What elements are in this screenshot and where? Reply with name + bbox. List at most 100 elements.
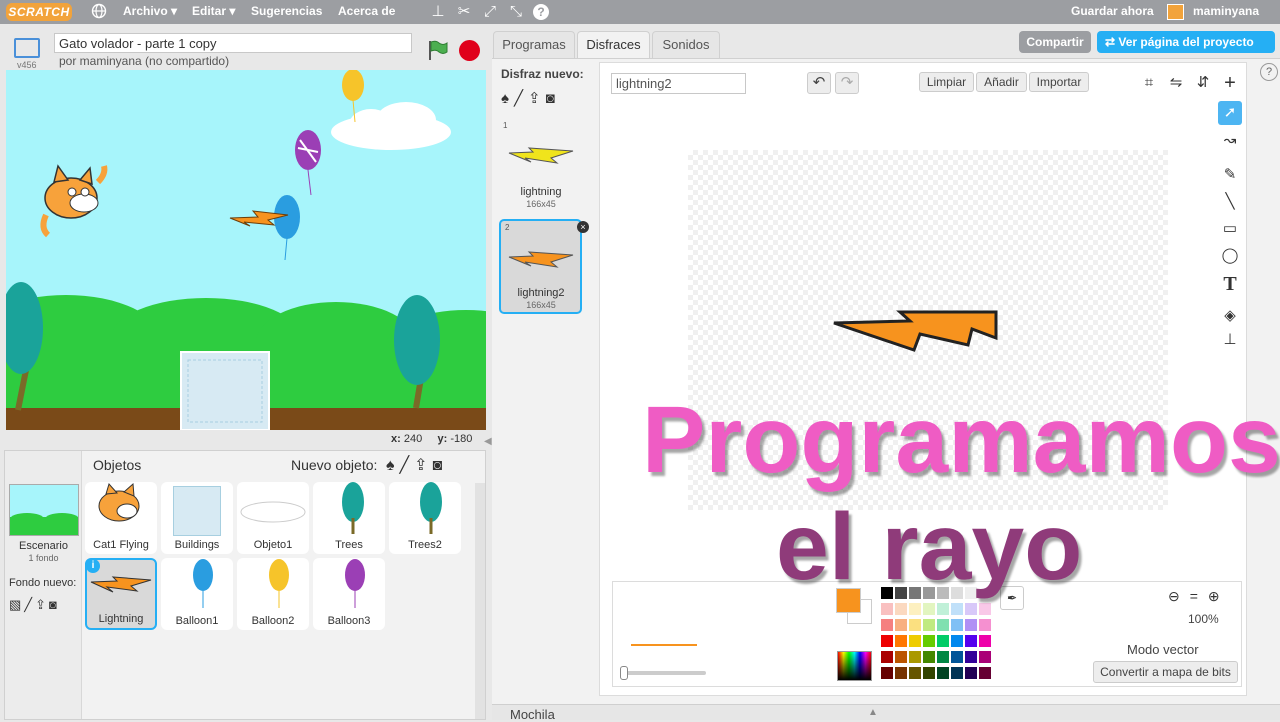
color-swatch[interactable] [979, 667, 991, 679]
fill-tool-icon[interactable]: ◈ [1218, 304, 1242, 328]
sprite-tile-cat[interactable]: Cat1 Flying [85, 482, 157, 554]
color-swatch[interactable] [951, 667, 963, 679]
sprite-tile-buildings[interactable]: Buildings [161, 482, 233, 554]
grow-icon[interactable]: ⤢ [481, 3, 499, 21]
duplicate-stamp-icon[interactable]: ⊥ [429, 3, 447, 21]
sprite-tile-trees2[interactable]: Trees2 [389, 482, 461, 554]
color-swatch[interactable] [881, 603, 893, 615]
help-side-icon[interactable]: ? [1260, 63, 1278, 81]
color-swatch[interactable] [979, 619, 991, 631]
color-swatch[interactable] [909, 619, 921, 631]
delete-costume-icon[interactable]: × [577, 221, 589, 233]
line-width-slider-handle[interactable] [620, 666, 628, 680]
expand-backpack-icon[interactable]: ▲ [868, 707, 878, 718]
clear-button[interactable]: Limpiar [919, 72, 974, 92]
costume-library-icon[interactable]: ♠ [501, 90, 514, 107]
zoom-out-icon[interactable]: ⊖ [1168, 588, 1190, 604]
shrink-icon[interactable]: ⤡ [507, 3, 525, 21]
line-width-slider[interactable] [622, 671, 706, 675]
zoom-in-icon[interactable]: ⊕ [1208, 588, 1230, 604]
project-title-input[interactable] [54, 33, 412, 53]
color-swatch[interactable] [923, 651, 935, 663]
color-swatch[interactable] [895, 603, 907, 615]
image-library-icon[interactable]: ▧ [9, 597, 24, 612]
menu-about[interactable]: Acerca de [338, 4, 395, 18]
convert-bitmap-button[interactable]: Convertir a mapa de bits [1093, 661, 1238, 683]
color-swatch[interactable] [923, 619, 935, 631]
select-tool-icon[interactable]: ➚ [1218, 101, 1242, 125]
tab-scripts[interactable]: Programas [493, 31, 575, 58]
upload-sprite-icon[interactable]: ⇪ [414, 457, 432, 474]
tab-costumes[interactable]: Disfraces [577, 31, 650, 58]
menu-edit[interactable]: Editar ▾ [192, 4, 235, 18]
color-swatch[interactable] [965, 667, 977, 679]
sprite-tile-lightning-selected[interactable]: i Lightning [85, 558, 157, 630]
color-swatch[interactable] [951, 603, 963, 615]
collapse-stage-arrow[interactable]: ◀ [484, 436, 492, 447]
color-swatch[interactable] [951, 619, 963, 631]
save-now-link[interactable]: Guardar ahora [1071, 4, 1154, 18]
stage-thumbnail[interactable] [9, 484, 79, 536]
color-swatch[interactable] [979, 651, 991, 663]
scratch-logo[interactable]: SCRATCH [6, 3, 72, 21]
paint-icon[interactable]: ╱ [24, 597, 35, 612]
color-swatch[interactable] [965, 651, 977, 663]
add-button[interactable]: Añadir [976, 72, 1027, 92]
color-swatch[interactable] [881, 651, 893, 663]
reshape-tool-icon[interactable]: ↝ [1218, 129, 1242, 153]
costume-name-input[interactable] [611, 73, 746, 94]
color-swatch[interactable] [909, 635, 921, 647]
folder-icon[interactable] [1167, 4, 1184, 20]
upload-icon[interactable]: ⇪ [35, 597, 49, 612]
color-swatch[interactable] [895, 651, 907, 663]
flip-vertical-icon[interactable]: ⇵ [1191, 71, 1215, 95]
upload-costume-icon[interactable]: ⇪ [528, 90, 546, 107]
sprite-tile-trees[interactable]: Trees [313, 482, 385, 554]
color-swatch[interactable] [979, 603, 991, 615]
color-swatch[interactable] [979, 635, 991, 647]
color-swatch[interactable] [951, 651, 963, 663]
ellipse-tool-icon[interactable]: ◯ [1218, 244, 1242, 268]
cut-icon[interactable]: ✂ [455, 3, 473, 21]
camera-sprite-icon[interactable]: ◙ [433, 457, 448, 474]
globe-icon[interactable] [90, 3, 108, 21]
undo-button[interactable]: ↶ [807, 72, 831, 94]
set-center-icon[interactable]: + [1218, 71, 1242, 95]
color-swatch[interactable] [965, 603, 977, 615]
camera-costume-icon[interactable]: ◙ [546, 90, 560, 107]
color-swatch[interactable] [937, 603, 949, 615]
color-swatch[interactable] [881, 619, 893, 631]
green-flag-icon[interactable] [426, 39, 448, 64]
text-tool-icon[interactable]: T [1218, 272, 1242, 296]
menu-file[interactable]: Archivo ▾ [123, 4, 177, 18]
see-project-page-button[interactable]: ⇄ Ver página del proyecto [1097, 31, 1275, 53]
username[interactable]: maminyana [1193, 4, 1259, 18]
color-swatch[interactable] [937, 635, 949, 647]
color-swatch[interactable] [965, 619, 977, 631]
color-swatch[interactable] [909, 667, 921, 679]
color-swatch[interactable] [881, 635, 893, 647]
duplicate-tool-icon[interactable]: ⊥ [1218, 328, 1242, 352]
camera-icon[interactable]: ◙ [49, 597, 60, 612]
backpack-bar[interactable]: Mochila ▲ [492, 704, 1280, 722]
color-swatch[interactable] [923, 603, 935, 615]
info-icon[interactable]: i [86, 559, 100, 573]
tab-sounds[interactable]: Sonidos [652, 31, 720, 58]
costume-item-selected[interactable]: 2 × lightning2 166x45 [499, 219, 589, 314]
color-swatch[interactable] [895, 667, 907, 679]
color-swatch[interactable] [937, 651, 949, 663]
color-swatch[interactable] [937, 619, 949, 631]
color-swatch[interactable] [937, 667, 949, 679]
pencil-tool-icon[interactable]: ✎ [1218, 163, 1242, 187]
color-swatch[interactable] [923, 635, 935, 647]
sprite-tile-cloud[interactable]: Objeto1 [237, 482, 309, 554]
menu-tips[interactable]: Sugerencias [251, 4, 322, 18]
costume-item[interactable]: 1 lightning 166x45 [499, 119, 583, 211]
paint-costume-icon[interactable]: ╱ [514, 90, 528, 107]
import-button[interactable]: Importar [1029, 72, 1089, 92]
sprite-library-icon[interactable]: ♠ [386, 457, 400, 474]
paint-new-sprite-icon[interactable]: ╱ [400, 457, 415, 474]
sprite-tile-balloon3[interactable]: Balloon3 [313, 558, 385, 630]
color-swatch[interactable] [923, 667, 935, 679]
rectangle-tool-icon[interactable]: ▭ [1218, 217, 1242, 241]
